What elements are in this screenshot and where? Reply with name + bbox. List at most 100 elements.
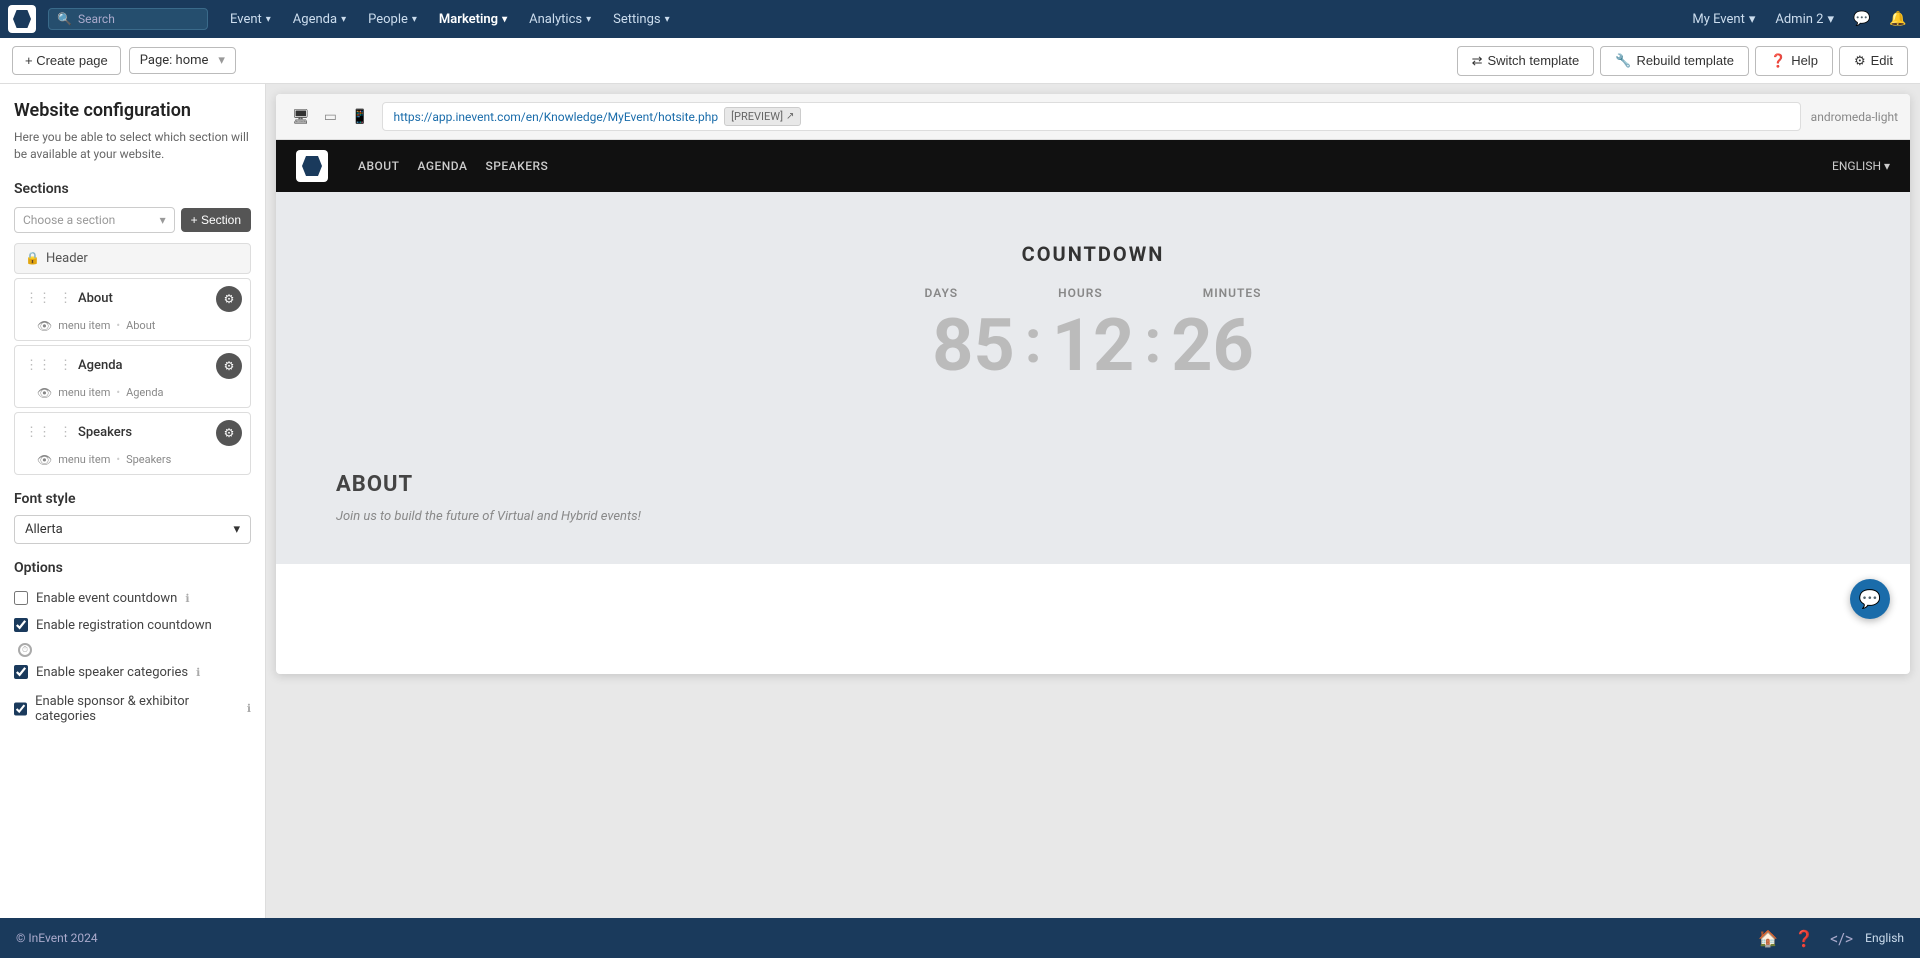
nav-items: Event ▾ Agenda ▾ People ▾ Marketing ▾ An…	[220, 7, 1682, 32]
external-link-icon: ↗	[786, 111, 794, 122]
footer-icons: 🏠 ❓ </> English	[1754, 925, 1904, 952]
chevron-down-icon: ▾	[233, 522, 240, 537]
nav-item-analytics[interactable]: Analytics ▾	[519, 7, 601, 32]
top-navigation: 🔍 Search Event ▾ Agenda ▾ People ▾ Marke…	[0, 0, 1920, 38]
nav-right: My Event ▾ Admin 2 ▾ 💬 🔔	[1686, 5, 1912, 33]
site-nav-speakers[interactable]: SPEAKERS	[485, 159, 548, 173]
days-label: DAYS	[925, 286, 959, 300]
choose-section-dropdown[interactable]: Choose a section ▾	[14, 207, 175, 233]
search-placeholder: Search	[78, 12, 115, 26]
separator-1: :	[1025, 312, 1042, 372]
option-sponsor-categories-label: Enable sponsor & exhibitor categories	[35, 694, 239, 724]
mobile-icon[interactable]: 📱	[347, 107, 372, 127]
nav-item-event[interactable]: Event ▾	[220, 7, 281, 32]
options-label: Options	[14, 560, 251, 576]
nav-item-people[interactable]: People ▾	[358, 7, 427, 32]
section-item-about: ⋮⋮ ⋮ About ⚙ 👁 menu item • About	[14, 278, 251, 341]
footer-language[interactable]: English	[1865, 931, 1904, 945]
site-navigation: ABOUT AGENDA SPEAKERS ENGLISH ▾	[276, 140, 1910, 192]
section-settings-button[interactable]: ⚙	[216, 286, 242, 312]
event-countdown-checkbox[interactable]	[14, 591, 28, 605]
chevron-down-icon: ▾	[218, 53, 225, 68]
font-dropdown[interactable]: Allerta ▾	[14, 515, 251, 544]
section-meta-speakers: 👁 menu item • Speakers	[15, 453, 250, 474]
code-icon[interactable]: </>	[1826, 925, 1857, 952]
info-icon[interactable]: ℹ	[185, 592, 189, 605]
notifications-button[interactable]: 💬	[1848, 5, 1876, 33]
section-meta-agenda: 👁 menu item • Agenda	[15, 386, 250, 407]
site-language-selector[interactable]: ENGLISH ▾	[1832, 159, 1890, 173]
help-button[interactable]: ❓ Help	[1755, 46, 1833, 76]
search-icon: 🔍	[57, 12, 72, 26]
eye-icon: 👁	[37, 386, 52, 400]
add-section-button[interactable]: + Section	[181, 208, 251, 232]
app-logo[interactable]	[8, 5, 36, 33]
info-icon[interactable]: ℹ	[247, 702, 251, 715]
drag-handle-icon2: ⋮	[57, 291, 74, 306]
admin-selector[interactable]: Admin 2 ▾	[1769, 8, 1840, 31]
preview-badge[interactable]: [PREVIEW] ↗	[724, 107, 801, 126]
section-item-agenda: ⋮⋮ ⋮ Agenda ⚙ 👁 menu item • Agenda	[14, 345, 251, 408]
drag-handle-icon2: ⋮	[57, 425, 74, 440]
chevron-icon: ▾	[665, 14, 670, 25]
section-settings-button[interactable]: ⚙	[216, 353, 242, 379]
nav-item-settings[interactable]: Settings ▾	[603, 7, 680, 32]
option-speaker-categories-label: Enable speaker categories	[36, 665, 188, 680]
drag-handle-icon[interactable]: ⋮⋮	[23, 425, 53, 440]
footer-copyright: © InEvent 2024	[16, 931, 98, 945]
event-name-selector[interactable]: My Event ▾	[1686, 8, 1761, 31]
days-value: 85	[932, 310, 1015, 382]
home-icon[interactable]: 🏠	[1754, 925, 1782, 952]
minutes-value: 26	[1171, 310, 1254, 382]
template-name: andromeda-light	[1811, 110, 1898, 124]
page-selector[interactable]: Page: home ▾	[129, 47, 236, 74]
option-registration-countdown-label: Enable registration countdown	[36, 618, 212, 633]
countdown-title: COUNTDOWN	[296, 242, 1890, 266]
preview-wrapper: 🖥 ▭ 📱 https://app.inevent.com/en/Knowled…	[276, 94, 1910, 674]
registration-countdown-checkbox[interactable]	[14, 618, 28, 632]
preview-browser: 🖥 ▭ 📱 https://app.inevent.com/en/Knowled…	[276, 94, 1910, 674]
switch-template-button[interactable]: ⇄ Switch template	[1457, 46, 1595, 76]
chat-button[interactable]: 💬	[1850, 579, 1890, 619]
preview-url[interactable]: https://app.inevent.com/en/Knowledge/MyE…	[393, 110, 718, 124]
site-nav-about[interactable]: ABOUT	[358, 159, 399, 173]
alerts-button[interactable]: 🔔	[1884, 5, 1912, 33]
option-registration-countdown: Enable registration countdown	[14, 613, 251, 638]
about-title: ABOUT	[336, 472, 1850, 497]
search-box[interactable]: 🔍 Search	[48, 8, 208, 30]
device-icons: 🖥 ▭ 📱	[288, 107, 372, 127]
drag-handle-icon[interactable]: ⋮⋮	[23, 358, 53, 373]
chevron-icon: ▾	[412, 14, 417, 25]
section-item-speakers: ⋮⋮ ⋮ Speakers ⚙ 👁 menu item • Speakers	[14, 412, 251, 475]
question-icon: ❓	[1770, 53, 1786, 69]
switch-icon: ⇄	[1472, 53, 1483, 69]
drag-handle-icon[interactable]: ⋮⋮	[23, 291, 53, 306]
sidebar-title: Website configuration	[14, 100, 251, 121]
question-icon[interactable]: ❓	[1790, 925, 1818, 952]
eye-icon: 👁	[37, 453, 52, 467]
site-about-section: ABOUT Join us to build the future of Vir…	[276, 432, 1910, 564]
nav-item-marketing[interactable]: Marketing ▾	[429, 7, 517, 32]
sidebar-subtitle: Here you be able to select which section…	[14, 129, 251, 163]
tablet-icon[interactable]: ▭	[320, 107, 341, 127]
wrench-icon: 🔧	[1615, 53, 1631, 69]
option-speaker-categories: Enable speaker categories ℹ	[14, 660, 251, 685]
desktop-icon[interactable]: 🖥	[288, 107, 314, 127]
site-nav-agenda[interactable]: AGENDA	[417, 159, 467, 173]
site-nav-links: ABOUT AGENDA SPEAKERS	[358, 159, 1812, 173]
nav-item-agenda[interactable]: Agenda ▾	[283, 7, 356, 32]
site-countdown-section: COUNTDOWN DAYS HOURS MINUTES 85 : 12 : 2…	[276, 192, 1910, 432]
create-page-button[interactable]: + Create page	[12, 46, 121, 75]
option-event-countdown: Enable event countdown ℹ	[14, 586, 251, 611]
edit-button[interactable]: ⚙ Edit	[1839, 46, 1908, 76]
eye-icon: 👁	[37, 319, 52, 333]
rebuild-template-button[interactable]: 🔧 Rebuild template	[1600, 46, 1749, 76]
main-content: Website configuration Here you be able t…	[0, 84, 1920, 918]
speaker-categories-checkbox[interactable]	[14, 665, 28, 679]
hours-label: HOURS	[1058, 286, 1103, 300]
section-settings-button[interactable]: ⚙	[216, 420, 242, 446]
countdown-numbers: 85 : 12 : 26	[296, 310, 1890, 382]
sections-label: Sections	[14, 181, 251, 197]
sponsor-categories-checkbox[interactable]	[14, 702, 27, 716]
info-icon[interactable]: ℹ	[196, 666, 200, 679]
